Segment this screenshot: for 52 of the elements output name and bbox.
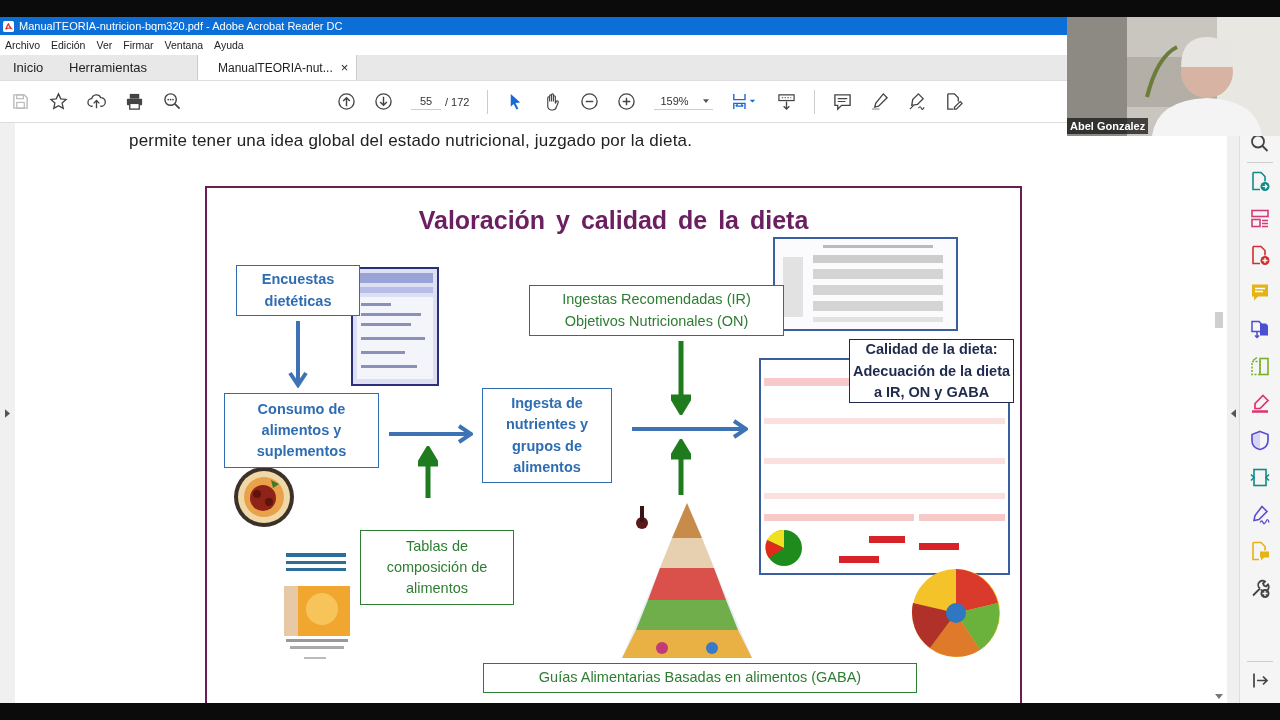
zoom-dropdown[interactable]: 159% (654, 93, 713, 110)
search-icon[interactable] (163, 92, 182, 111)
menu-item[interactable]: Ventana (164, 39, 204, 51)
diagram-node: Guías Alimentarias Basadas en alimentos (GABA) (483, 663, 917, 693)
slide-title: Valoración y calidad de la dieta (417, 206, 810, 235)
pen-icon[interactable] (1250, 393, 1270, 414)
layout-icon[interactable] (1250, 208, 1270, 229)
highlighter-icon[interactable] (869, 92, 889, 111)
comment-icon[interactable] (832, 92, 852, 111)
menu-item[interactable]: Ayuda (214, 39, 244, 51)
tab[interactable]: ManualTEORIA-nut... × (197, 55, 358, 80)
tab[interactable]: Inicio (0, 55, 56, 80)
expand-left-icon[interactable] (5, 408, 10, 418)
document-plus-icon[interactable] (1250, 245, 1270, 266)
shield-icon[interactable] (1250, 430, 1270, 451)
next-page-icon[interactable] (374, 92, 393, 111)
caret-icon (702, 99, 709, 103)
diagram-node: Encuestas dietéticas (236, 265, 360, 316)
window-title: ManualTEORIA-nutricion-bqm320.pdf - Adobe Acrobat Reader DC (19, 20, 343, 32)
pdf-icon (3, 20, 14, 32)
scroll-mode-icon[interactable] (776, 92, 796, 111)
search-icon[interactable] (1250, 133, 1270, 154)
star-icon[interactable] (49, 92, 68, 111)
wrench-plus-icon[interactable] (1250, 578, 1270, 599)
paragraph: permite tener una idea global del estado nutricional, juzgado por la dieta. (129, 131, 694, 151)
page-total: / 172 (445, 95, 470, 108)
menu-item[interactable]: Edición (51, 39, 86, 51)
menu-item[interactable]: Archivo (5, 39, 40, 51)
arrow (288, 321, 308, 388)
diagram-node: Ingestas Recomendadas (IR) Objetivos Nutricionales (ON) (529, 285, 784, 336)
diagram-node: Consumo de alimentos y suplementos (224, 393, 379, 468)
scroll-down-icon[interactable] (1215, 694, 1223, 699)
zoom-out-icon[interactable] (580, 92, 600, 111)
arrow (418, 446, 438, 498)
cloud-upload-icon[interactable] (87, 92, 106, 111)
diagram-node: Tablas de composición de alimentos (360, 530, 514, 605)
tab[interactable]: Herramientas (56, 55, 197, 80)
participant-name: Abel Gonzalez (1067, 118, 1149, 134)
compress-icon[interactable] (1250, 467, 1270, 488)
scrollbar-thumb[interactable] (1215, 312, 1223, 328)
documents-icon[interactable] (1250, 319, 1270, 340)
signature-icon[interactable] (1250, 504, 1270, 525)
menu-item[interactable]: Firmar (123, 39, 154, 51)
signature-pen-icon[interactable] (906, 92, 926, 111)
zoom-in-icon[interactable] (617, 92, 637, 111)
document-arrow-icon[interactable] (1250, 171, 1270, 192)
menu-item[interactable]: Ver (96, 39, 113, 51)
previous-page-icon[interactable] (337, 92, 356, 111)
diagram-node: Ingesta de nutrientes y grupos de alimentos (482, 388, 612, 483)
page-number-field[interactable]: 55 (411, 93, 441, 110)
print-icon[interactable] (125, 92, 144, 111)
collapse-panel-icon[interactable] (1230, 408, 1236, 418)
